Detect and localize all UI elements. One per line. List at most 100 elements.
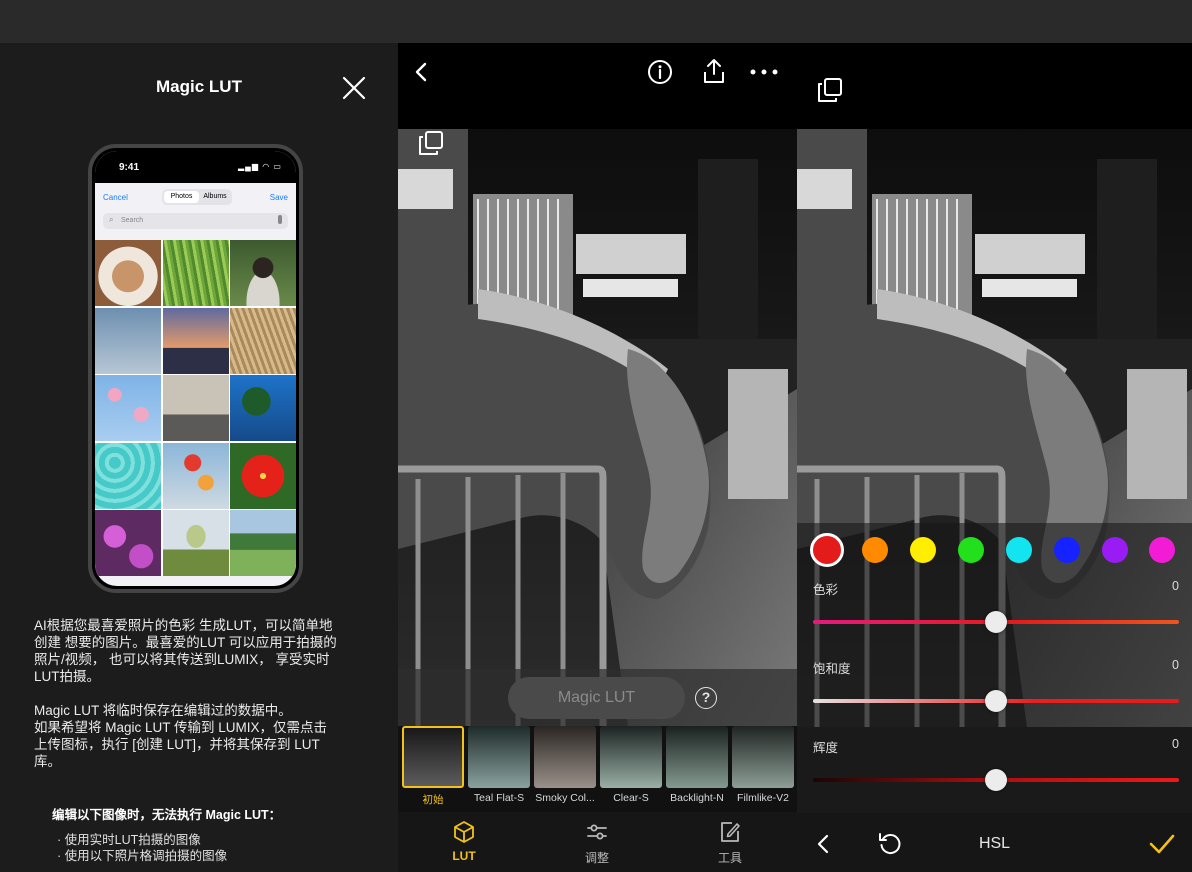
lut-preset-clear[interactable]: Clear-S (600, 726, 662, 804)
photo-thumbnail-pampas (230, 307, 296, 374)
hue-slider-handle[interactable] (985, 611, 1007, 633)
photo-thumbnail-pool (95, 442, 161, 509)
tab-lut[interactable]: LUT (424, 820, 504, 863)
photo-thumbnail-portrait (230, 240, 296, 306)
lut-thumbnail (732, 726, 794, 788)
search-icon: ⌕ (109, 215, 114, 224)
lut-label: Smoky Col... (535, 792, 595, 804)
segment-albums: Albums (203, 193, 227, 200)
lut-label: Backlight-N (670, 792, 724, 804)
photo-grid (95, 240, 296, 576)
photo-thumbnail-purple-flowers (95, 510, 161, 576)
phone-search-placeholder: Search (121, 217, 144, 224)
lut-preset-backlight[interactable]: Backlight-N (666, 726, 728, 804)
color-swatch-yellow[interactable] (910, 537, 936, 563)
lut-thumbnail (402, 726, 464, 788)
photo-thumbnail-red-flower (230, 442, 296, 509)
color-swatch-red[interactable] (810, 533, 844, 567)
help-icon[interactable]: ? (695, 687, 717, 709)
hsl-editor-panel: 色彩 0 饱和度 0 辉度 0 HSL (797, 43, 1192, 872)
tab-label: 工具 (717, 851, 742, 865)
share-icon[interactable] (701, 57, 727, 85)
cube-icon (454, 821, 474, 843)
photo-thumbnail-grass (162, 240, 229, 306)
phone-screen: 9:41 ▂▄▆ ◠ ▭ Cancel Photos Albums Save ⌕… (95, 151, 296, 586)
lut-preset-smoky-color[interactable]: Smoky Col... (534, 726, 596, 804)
phone-cancel-button: Cancel (103, 193, 128, 202)
color-swatch-cyan[interactable] (1006, 537, 1032, 563)
hue-value: 0 (1172, 579, 1179, 593)
luminance-label: 辉度 (813, 741, 839, 755)
editor-tab-bar: LUT 调整 工具 (398, 812, 797, 872)
lut-editor-panel: Magic LUT ? 初始 Teal Flat-S Smoky Col... … (398, 43, 797, 872)
lut-thumbnail (468, 726, 530, 788)
tab-adjust[interactable]: 调整 (557, 820, 637, 866)
photo-thumbnail-building (162, 375, 229, 441)
lut-thumbnail (534, 726, 596, 788)
phone-save-button: Save (269, 193, 288, 202)
photo-thumbnail-dessert (95, 240, 161, 306)
magic-lut-info-panel: Magic LUT 9:41 ▂▄▆ ◠ ▭ Cancel Photos Alb… (0, 43, 398, 872)
tab-label: LUT (452, 849, 476, 863)
photo-thumbnail-blossom (95, 375, 161, 441)
lut-label: Filmlike-V2 (737, 792, 789, 804)
lut-preset-teal-flat[interactable]: Teal Flat-S (468, 726, 530, 804)
warning-item: · 使用以下照片格调拍摄的图像 (57, 849, 228, 863)
color-swatch-magenta[interactable] (1149, 537, 1175, 563)
close-icon[interactable] (339, 73, 369, 103)
magic-lut-button[interactable]: Magic LUT (508, 677, 685, 719)
more-options-icon[interactable] (749, 67, 779, 77)
sliders-icon (587, 824, 607, 840)
phone-time: 9:41 (119, 162, 140, 173)
saturation-value: 0 (1172, 658, 1179, 672)
photo-thumbnail-sky (95, 307, 161, 374)
phone-status-bar: 9:41 ▂▄▆ ◠ ▭ (95, 151, 296, 183)
photo-thumbnail-sunset (162, 307, 229, 374)
info-icon[interactable] (647, 59, 673, 85)
photo-thumbnail-leaves (230, 375, 296, 441)
warning-item: · 使用实时LUT拍摄的图像 (57, 833, 201, 847)
color-swatch-blue[interactable] (1054, 537, 1080, 563)
magic-lut-description: AI根据您最喜爱照片的色彩 生成LUT，可以简单地 创建 想要的图片。最喜爱的L… (34, 618, 337, 769)
hsl-color-selector (810, 533, 1190, 567)
compare-icon[interactable] (417, 129, 445, 157)
photo-thumbnail-hills (230, 510, 296, 576)
lut-preset-original[interactable]: 初始 (402, 726, 464, 807)
lut-thumbnail (666, 726, 728, 788)
microphone-icon (278, 215, 282, 224)
compare-icon[interactable] (816, 76, 844, 104)
segment-photos: Photos (164, 191, 199, 203)
horse-photo-image (398, 129, 797, 726)
warning-title: 编辑以下图像时，无法执行 Magic LUT： (52, 808, 282, 822)
luminance-slider-handle[interactable] (985, 769, 1007, 791)
lut-label: 初始 (422, 794, 444, 806)
tab-label: 调整 (584, 851, 609, 865)
back-icon[interactable] (412, 61, 430, 83)
lut-preset-filmlike[interactable]: Filmlike-V2 (732, 726, 794, 804)
phone-search-field: ⌕ Search (103, 213, 288, 229)
saturation-slider-handle[interactable] (985, 690, 1007, 712)
saturation-label: 饱和度 (813, 662, 851, 676)
signal-wifi-battery-icon: ▂▄▆ ◠ ▭ (238, 162, 282, 171)
hue-label: 色彩 (813, 583, 839, 597)
photo-thumbnail-tree (162, 510, 229, 576)
lut-thumbnail (600, 726, 662, 788)
confirm-check-icon[interactable] (1148, 833, 1176, 855)
lut-preset-strip: 初始 Teal Flat-S Smoky Col... Clear-S Back… (398, 726, 797, 812)
warning-list: · 使用实时LUT拍摄的图像 · 使用以下照片格调拍摄的图像 (57, 832, 227, 864)
photo-thumbnail-balloons (162, 442, 229, 509)
hsl-title: HSL (978, 835, 1011, 852)
hsl-bottom-bar: HSL (797, 813, 1192, 872)
color-swatch-green[interactable] (958, 537, 984, 563)
edited-photo[interactable] (398, 129, 797, 726)
color-swatch-orange[interactable] (862, 537, 888, 563)
photos-albums-segment: Photos Albums (162, 189, 232, 205)
window-top-bar (0, 0, 1192, 43)
photo-picker-nav: Cancel Photos Albums Save (95, 183, 296, 211)
lut-label: Clear-S (613, 792, 649, 804)
phone-mockup: 9:41 ▂▄▆ ◠ ▭ Cancel Photos Albums Save ⌕… (88, 144, 303, 593)
tab-tools[interactable]: 工具 (690, 820, 770, 866)
color-swatch-purple[interactable] (1102, 537, 1128, 563)
edit-icon (721, 822, 740, 842)
lut-label: Teal Flat-S (473, 792, 525, 804)
